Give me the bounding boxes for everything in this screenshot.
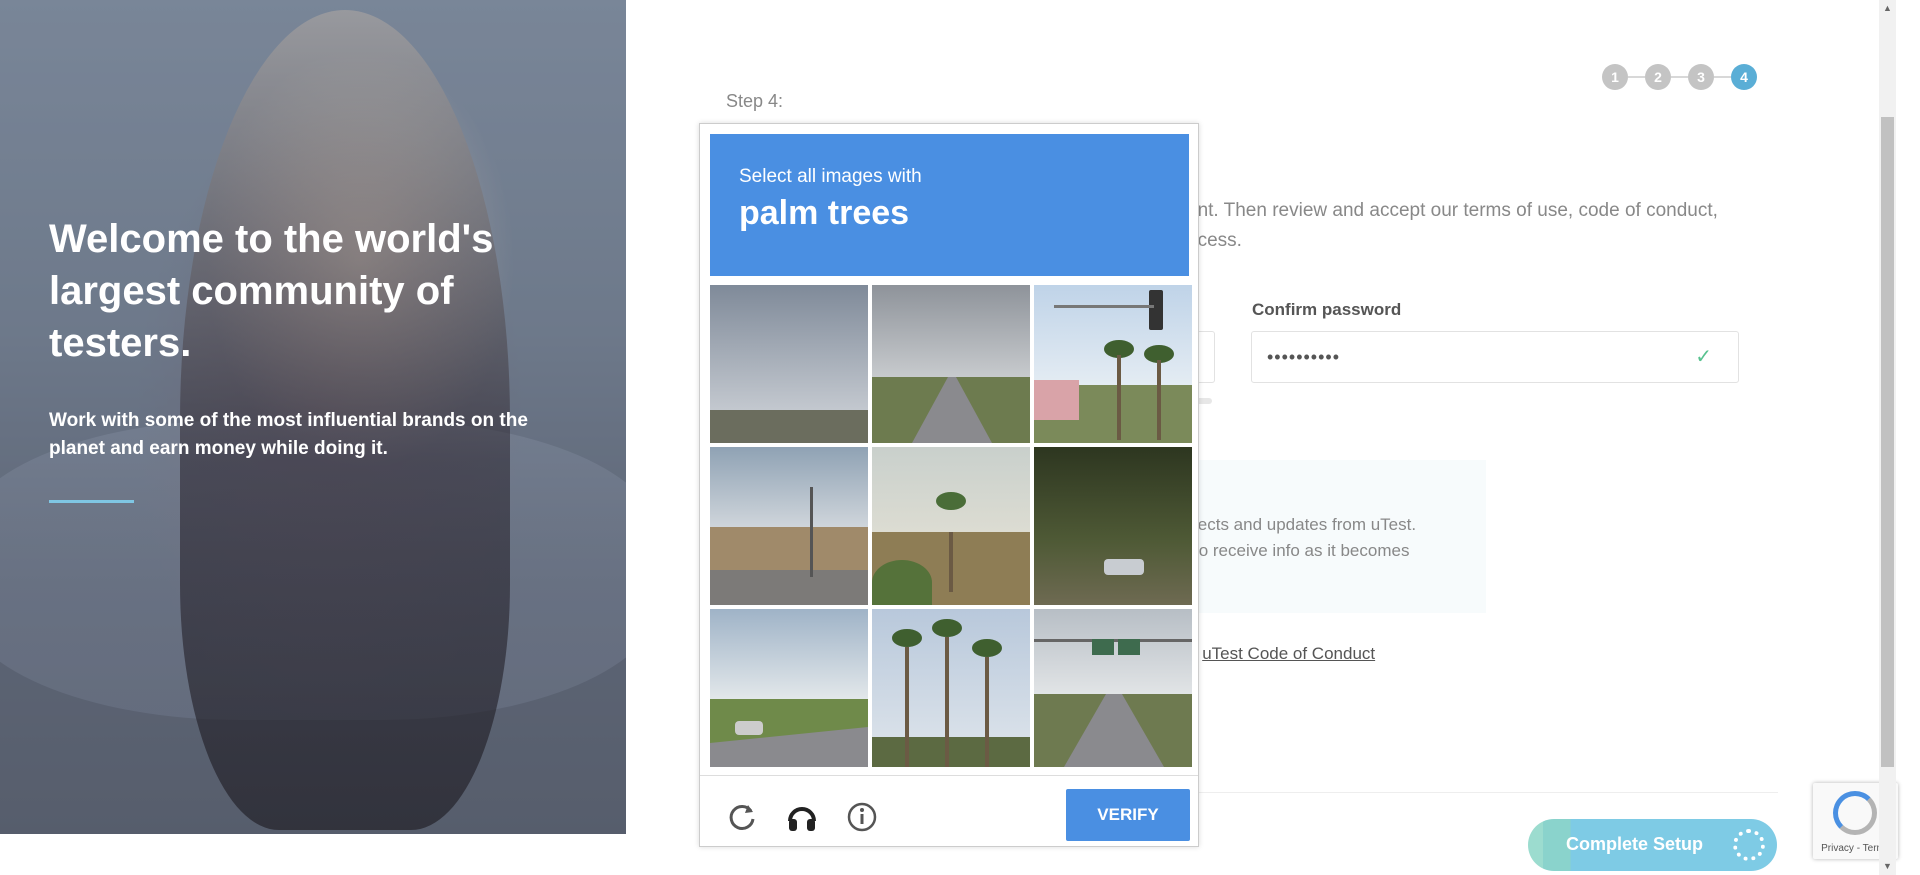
newsletter-notice-text: jects and updates from uTest. to receive…: [1194, 512, 1484, 564]
scroll-down-arrow-icon[interactable]: ▼: [1879, 858, 1896, 875]
check-icon: ✓: [1695, 346, 1712, 368]
code-of-conduct-agreement: e uTest Code of Conduct: [1188, 644, 1375, 664]
hero-accent-rule: [49, 500, 134, 503]
newsletter-notice: jects and updates from uTest. to receive…: [1180, 460, 1486, 613]
captcha-tile-3[interactable]: [1034, 285, 1192, 443]
complete-setup-label: Complete Setup: [1566, 834, 1704, 854]
hero-title: Welcome to the world's largest community…: [49, 217, 494, 365]
step-dot-1: 1: [1602, 64, 1628, 90]
step-dot-3: 3: [1688, 64, 1714, 90]
verify-button[interactable]: VERIFY: [1066, 789, 1190, 841]
captcha-tile-9[interactable]: [1034, 609, 1192, 767]
step-connector: [1714, 76, 1731, 78]
captcha-challenge: Select all images with palm trees VERIFY: [699, 123, 1199, 847]
step-connector: [1628, 76, 1645, 78]
hero-subtitle: Work with some of the most influential b…: [49, 410, 528, 459]
info-icon[interactable]: [844, 799, 880, 835]
captcha-tile-5[interactable]: [872, 447, 1030, 605]
intro-line-1: unt. Then review and accept our terms of…: [1187, 200, 1718, 221]
captcha-tile-1[interactable]: [710, 285, 868, 443]
hero-panel: Welcome to the world's largest community…: [0, 0, 626, 834]
notice-line-1: jects and updates from uTest.: [1194, 515, 1417, 534]
step-dot-4: 4: [1731, 64, 1757, 90]
headphones-icon[interactable]: [784, 799, 820, 835]
captcha-target: palm trees: [739, 194, 910, 232]
page-scrollbar[interactable]: ▲ ▼: [1879, 0, 1896, 875]
scroll-up-arrow-icon[interactable]: ▲: [1879, 0, 1896, 17]
complete-setup-button[interactable]: Complete Setup: [1528, 819, 1777, 871]
intro-line-2: ocess.: [1187, 230, 1242, 251]
captcha-tile-4[interactable]: [710, 447, 868, 605]
code-of-conduct-link[interactable]: uTest Code of Conduct: [1202, 644, 1375, 663]
confirm-password-label: Confirm password: [1252, 300, 1402, 319]
captcha-tools: [724, 799, 880, 835]
captcha-tile-2[interactable]: [872, 285, 1030, 443]
confirm-password-value: ••••••••••: [1267, 347, 1341, 367]
step-dot-2: 2: [1645, 64, 1671, 90]
captcha-footer-divider: [700, 775, 1198, 776]
scrollbar-thumb[interactable]: [1881, 117, 1894, 767]
captcha-image-grid: [710, 285, 1192, 767]
confirm-password-field[interactable]: •••••••••• ✓: [1251, 331, 1739, 383]
step-label: Step 4:: [726, 91, 784, 111]
captcha-tile-7[interactable]: [710, 609, 868, 767]
captcha-instruction: Select all images with: [739, 166, 922, 187]
captcha-tile-8[interactable]: [872, 609, 1030, 767]
loading-spinner-icon: [1733, 829, 1765, 861]
step-intro-text: unt. Then review and accept our terms of…: [1187, 196, 1767, 256]
captcha-header: Select all images with palm trees: [710, 134, 1189, 276]
step-indicator: 1 2 3 4: [1602, 64, 1757, 90]
step-connector: [1671, 76, 1688, 78]
notice-line-2: to receive info as it becomes: [1194, 541, 1410, 560]
captcha-tile-6[interactable]: [1034, 447, 1192, 605]
reload-icon[interactable]: [724, 799, 760, 835]
recaptcha-logo-icon: [1833, 791, 1877, 835]
